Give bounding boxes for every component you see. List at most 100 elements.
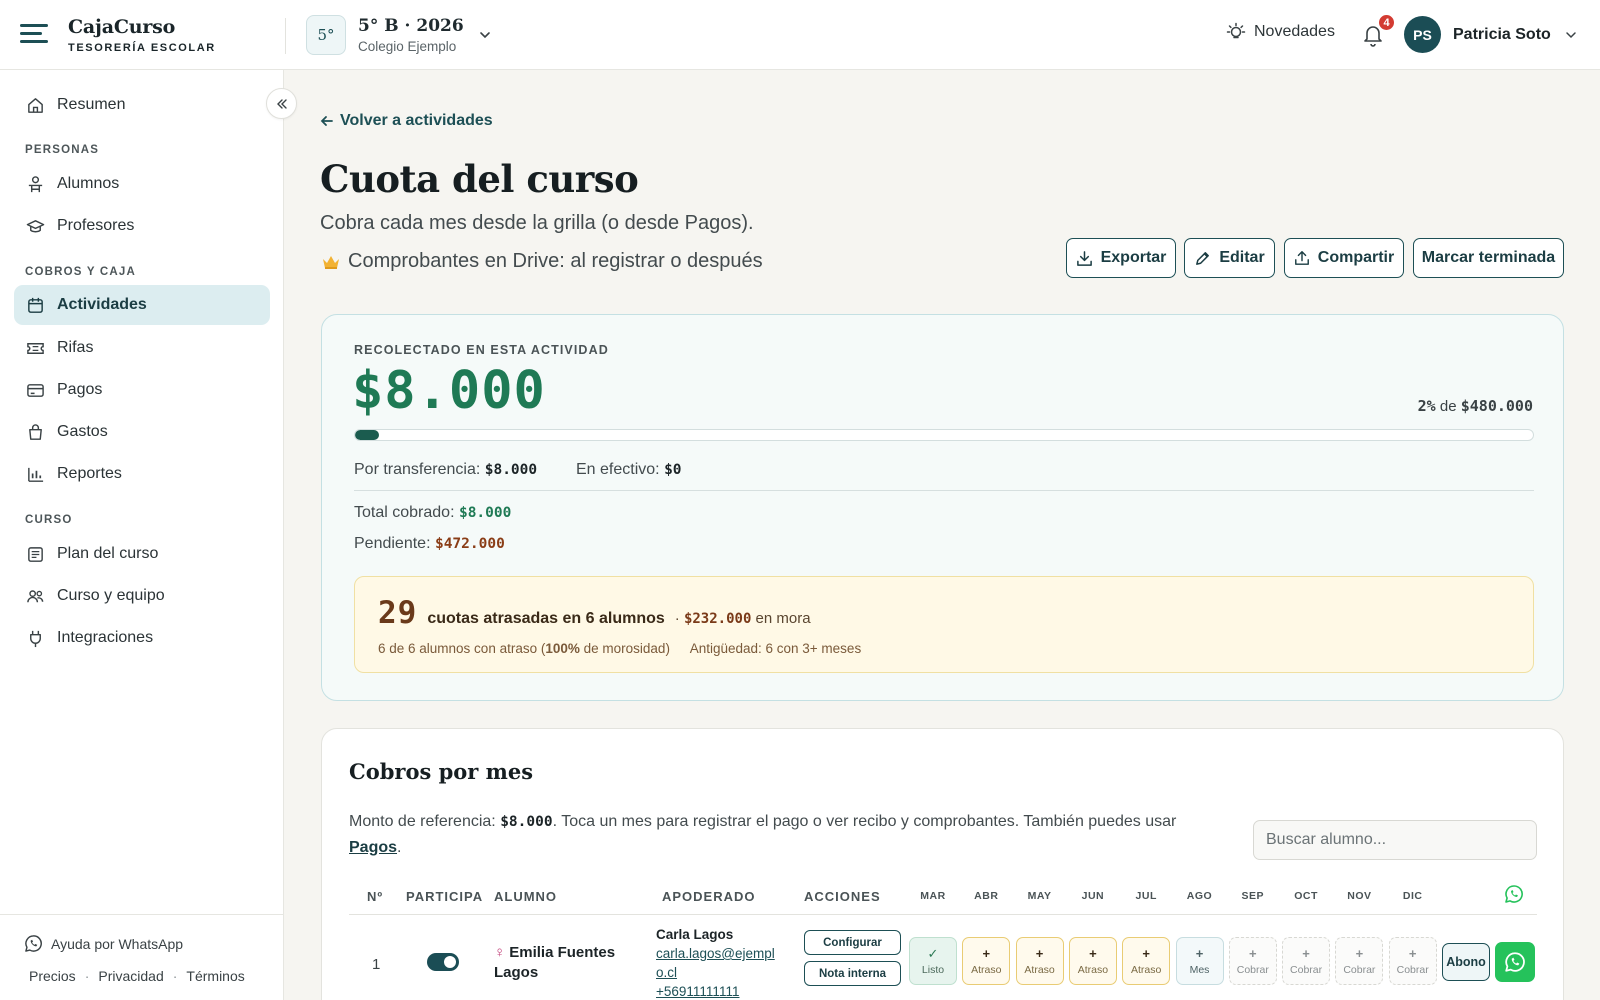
- finish-button[interactable]: Marcar terminada: [1413, 238, 1564, 278]
- sidebar-item-label: Actividades: [57, 296, 147, 313]
- users-icon: [27, 589, 44, 602]
- mora-amount-value: $232.000: [683, 611, 752, 627]
- arrow-left-icon: [320, 116, 333, 126]
- abono-button[interactable]: Abono: [1442, 943, 1490, 981]
- month-cell[interactable]: + Atraso: [1015, 937, 1064, 985]
- back-link[interactable]: Volver a actividades: [320, 112, 493, 130]
- whatsapp-button[interactable]: [1495, 942, 1535, 982]
- mora-suffix: en mora: [755, 610, 811, 627]
- whatsapp-help-link[interactable]: Ayuda por WhatsApp: [24, 934, 183, 953]
- col-month: JUN: [1081, 890, 1105, 902]
- guardian-name: Carla Lagos: [656, 927, 734, 942]
- share-button[interactable]: Compartir: [1284, 238, 1404, 278]
- sidebar-item-alumnos[interactable]: Alumnos: [14, 164, 270, 204]
- document-icon: [28, 546, 43, 562]
- search-input[interactable]: [1253, 820, 1537, 860]
- sidebar-item-label: Integraciones: [57, 629, 154, 646]
- mora-dot: ·: [674, 610, 680, 627]
- export-button[interactable]: Exportar: [1066, 238, 1176, 278]
- graduation-cap-icon: [26, 219, 45, 232]
- month-cell-label: Cobrar: [1290, 963, 1323, 976]
- month-cell-symbol: +: [1408, 945, 1417, 961]
- month-cell[interactable]: + Atraso: [1068, 937, 1117, 985]
- month-cell[interactable]: ✓ Listo: [909, 937, 957, 985]
- collapse-sidebar-button[interactable]: [266, 88, 297, 119]
- sidebar: Resumen PERSONAS Alumnos Profesores COBR…: [0, 70, 284, 1000]
- brand-logo[interactable]: CajaCurso TESORERÍA ESCOLAR: [68, 16, 216, 54]
- mora-detail-pct: 100%: [545, 641, 580, 656]
- mora-alert: 29 cuotas atrasadas en 6 alumnos · $232.…: [354, 576, 1534, 673]
- course-switcher[interactable]: 5° 5° B · 2026 Colegio Ejemplo: [306, 14, 492, 56]
- privacidad-link[interactable]: Privacidad: [98, 968, 163, 984]
- sidebar-item-profesores[interactable]: Profesores: [14, 206, 270, 246]
- sidebar-item-rifas[interactable]: Rifas: [14, 328, 270, 368]
- col-month: ABR: [974, 890, 999, 902]
- separator: ·: [84, 968, 90, 984]
- student-name[interactable]: ♀ Emilia Fuentes Lagos: [494, 943, 644, 983]
- month-cell[interactable]: + Atraso: [962, 937, 1011, 985]
- month-cell[interactable]: + Atraso: [1122, 937, 1171, 985]
- month-cell-symbol: +: [1355, 945, 1364, 961]
- sidebar-item-pagos[interactable]: Pagos: [14, 370, 270, 410]
- col-num: Nº: [367, 889, 384, 904]
- mora-count: 29: [378, 595, 418, 631]
- plug-icon: [30, 630, 41, 647]
- transfer-value: $8.000: [484, 462, 538, 478]
- mora-amount: · $232.000 en mora: [675, 610, 811, 627]
- sidebar-item-reportes[interactable]: Reportes: [14, 454, 270, 494]
- lightbulb-icon: [1226, 22, 1246, 39]
- whatsapp-icon: [1505, 952, 1525, 972]
- mora-detail-b: de morosidad): [579, 641, 670, 656]
- row-number: 1: [372, 956, 381, 973]
- finish-label: Marcar terminada: [1421, 249, 1556, 266]
- edit-label: Editar: [1219, 249, 1265, 266]
- month-cell-label: Atraso: [1131, 963, 1162, 976]
- sidebar-item-plan[interactable]: Plan del curso: [14, 534, 270, 574]
- participa-toggle[interactable]: [427, 953, 459, 971]
- guardian-phone[interactable]: +56911111111: [656, 982, 781, 1000]
- table-header-divider: [349, 914, 1537, 915]
- edit-button[interactable]: Editar: [1184, 238, 1275, 278]
- summary-card: RECOLECTADO EN ESTA ACTIVIDAD $8.000 2% …: [321, 314, 1564, 701]
- notification-badge: 4: [1377, 13, 1396, 32]
- pencil-icon: [1196, 251, 1210, 265]
- transfer-row: Por transferencia: $8.000: [354, 461, 537, 479]
- cash-label: En efectivo:: [576, 461, 660, 478]
- sidebar-item-actividades[interactable]: Actividades: [14, 285, 270, 325]
- novedades-button[interactable]: Novedades: [1226, 22, 1335, 42]
- pagos-link[interactable]: Pagos: [349, 839, 397, 856]
- month-cell[interactable]: + Mes: [1175, 937, 1224, 985]
- terminos-link[interactable]: Términos: [186, 968, 244, 984]
- col-participa: PARTICIPA: [406, 889, 484, 904]
- month-cell-symbol: +: [1302, 945, 1310, 961]
- female-icon: ♀: [494, 944, 506, 961]
- sidebar-item-resumen[interactable]: Resumen: [14, 85, 270, 125]
- month-cell[interactable]: + Cobrar: [1335, 937, 1384, 985]
- brand-name: CajaCurso: [68, 16, 176, 38]
- month-cell-label: Atraso: [1077, 963, 1109, 976]
- month-cell-label: Mes: [1189, 963, 1210, 976]
- sidebar-item-equipo[interactable]: Curso y equipo: [14, 576, 270, 616]
- sidebar-item-integraciones[interactable]: Integraciones: [14, 618, 270, 658]
- month-cell[interactable]: + Cobrar: [1282, 937, 1331, 985]
- menu-icon[interactable]: [20, 21, 50, 47]
- export-label: Exportar: [1100, 249, 1167, 266]
- user-menu[interactable]: PS Patricia Soto: [1404, 16, 1577, 53]
- progress-fill: [355, 430, 379, 440]
- precios-link[interactable]: Precios: [29, 968, 76, 984]
- configure-button[interactable]: Configurar: [804, 930, 901, 955]
- guardian-email[interactable]: carla.lagos@ejemplo.cl: [656, 944, 781, 982]
- internal-note-button[interactable]: Nota interna: [804, 961, 901, 986]
- month-cell[interactable]: + Cobrar: [1228, 937, 1277, 985]
- month-cell[interactable]: + Cobrar: [1388, 937, 1437, 985]
- month-cell-label: Cobrar: [1396, 963, 1429, 976]
- calendar-icon: [28, 297, 43, 313]
- pending-label: Pendiente:: [354, 535, 431, 552]
- sidebar-item-gastos[interactable]: Gastos: [14, 412, 270, 452]
- course-title: 5° B · 2026: [358, 16, 464, 36]
- pending-value: $472.000: [434, 536, 505, 552]
- ticket-icon: [27, 342, 44, 354]
- sidebar-item-label: Profesores: [57, 217, 135, 234]
- month-cell-symbol: +: [1249, 945, 1257, 961]
- novedades-label: Novedades: [1254, 23, 1335, 40]
